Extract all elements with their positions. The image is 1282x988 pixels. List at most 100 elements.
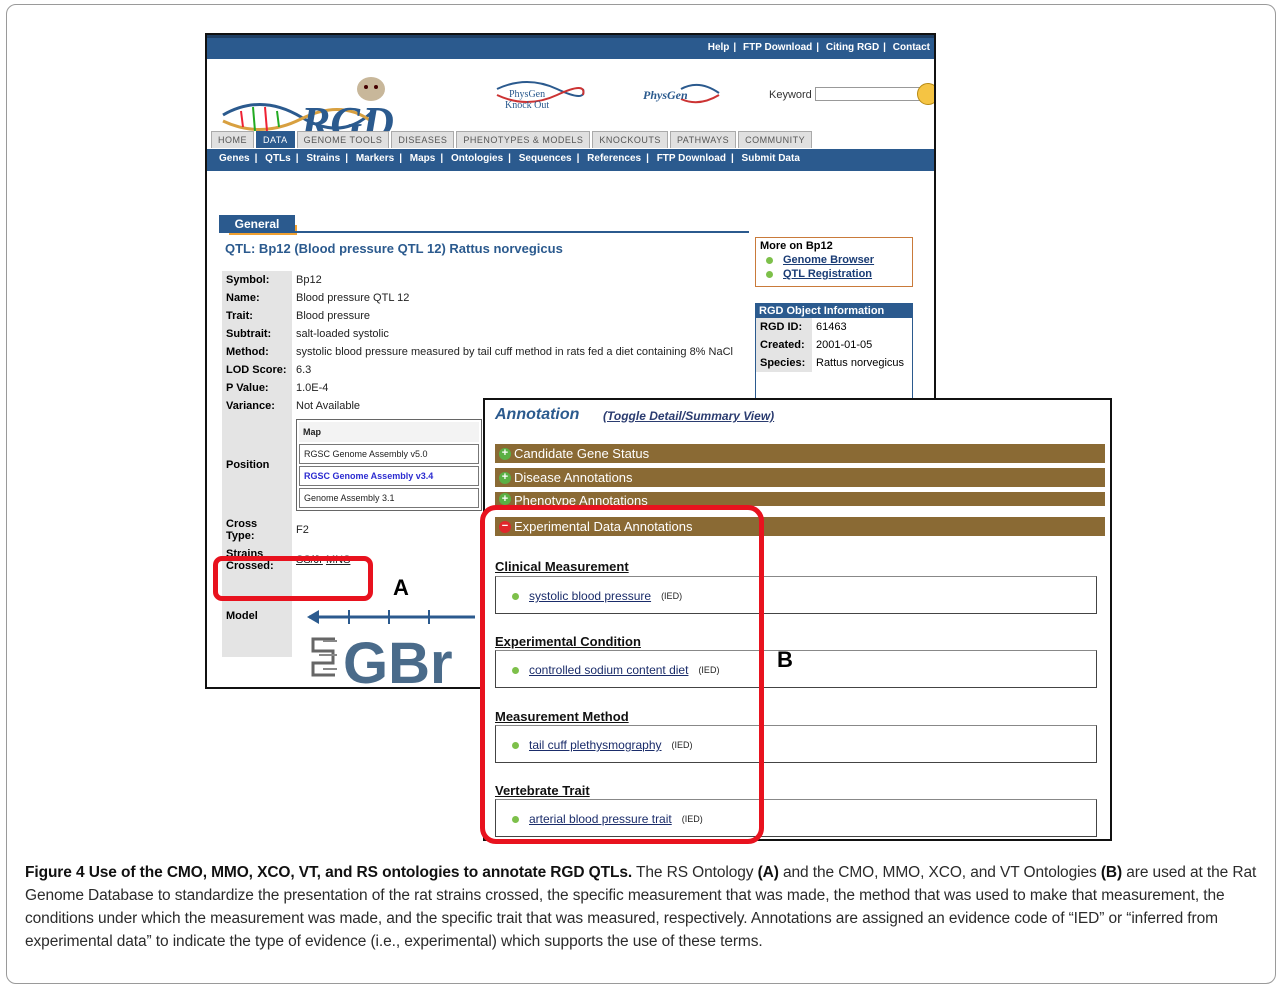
lod-score-value: 6.3 bbox=[296, 364, 312, 376]
physgen-logo[interactable]: PhysGen bbox=[641, 79, 721, 109]
ftp-download-link[interactable]: FTP Download bbox=[743, 42, 812, 53]
subnav-markers[interactable]: Markers bbox=[356, 153, 394, 164]
qtl-registration-link[interactable]: QTL Registration bbox=[766, 268, 908, 280]
species-value: Rattus norvegicus bbox=[816, 357, 905, 369]
keyword-label: Keyword bbox=[769, 89, 812, 101]
subtrait-label: Subtrait: bbox=[222, 325, 292, 343]
lod-score-label: LOD Score: bbox=[222, 361, 292, 379]
rgd-id-label: RGD ID: bbox=[756, 318, 812, 336]
symbol-label: Symbol: bbox=[222, 271, 292, 289]
data-subnav: Genes | QTLs | Strains | Markers | Maps | Ont… bbox=[207, 149, 934, 171]
qtl-title: QTL: Bp12 (Blood pressure QTL 12) Rattus… bbox=[225, 241, 563, 256]
map-assembly-31[interactable]: Genome Assembly 3.1 bbox=[299, 488, 479, 508]
caption-ref-b: (B) bbox=[1100, 864, 1123, 881]
help-link[interactable]: Help bbox=[708, 42, 730, 53]
general-divider bbox=[219, 231, 749, 233]
subnav-ftp-download[interactable]: FTP Download bbox=[657, 153, 726, 164]
candidate-gene-status-bar[interactable]: + Candidate Gene Status bbox=[495, 444, 1105, 463]
name-label: Name: bbox=[222, 289, 292, 307]
table-row: Name: Blood pressure QTL 12 bbox=[222, 289, 752, 307]
physgen-ko-line1: PhysGen bbox=[509, 89, 545, 100]
symbol-value: Bp12 bbox=[296, 274, 322, 286]
subnav-submit-data[interactable]: Submit Data bbox=[742, 153, 800, 164]
subnav-sequences[interactable]: Sequences bbox=[519, 153, 572, 164]
variance-label: Variance: bbox=[222, 397, 292, 415]
physgen-ko-line2: Knock Out bbox=[505, 100, 549, 111]
table-row: Created: 2001-01-05 bbox=[756, 336, 912, 354]
map-header: Map bbox=[299, 422, 479, 442]
p-value-label: P Value: bbox=[222, 379, 292, 397]
bullet-icon bbox=[766, 270, 773, 278]
physgen-knockout-logo[interactable]: PhysGen Knock Out bbox=[487, 75, 587, 125]
map-table: Map RGSC Genome Assembly v5.0 RGSC Genom… bbox=[296, 419, 482, 511]
bullet-icon bbox=[766, 256, 773, 264]
keyword-search-input[interactable] bbox=[815, 87, 925, 101]
genome-browser-link[interactable]: Genome Browser bbox=[766, 254, 908, 266]
gbrowse-text: GBr bbox=[343, 631, 453, 689]
table-row: Trait: Blood pressure bbox=[222, 307, 752, 325]
subnav-ontologies[interactable]: Ontologies bbox=[451, 153, 503, 164]
trait-label: Trait: bbox=[222, 307, 292, 325]
caption-ref-a: (A) bbox=[757, 864, 779, 881]
method-label: Method: bbox=[222, 343, 292, 361]
figure-frame: Help | FTP Download | Citing RGD | Contact … bbox=[6, 4, 1276, 984]
search-button[interactable] bbox=[917, 83, 934, 105]
table-row: Symbol: Bp12 bbox=[222, 271, 752, 289]
rgd-id-value: 61463 bbox=[816, 321, 847, 333]
disease-annotations-bar[interactable]: + Disease Annotations bbox=[495, 468, 1105, 487]
p-value-value: 1.0E-4 bbox=[296, 382, 329, 394]
table-row: Subtrait: salt-loaded systolic bbox=[222, 325, 752, 343]
highlight-b bbox=[480, 505, 764, 844]
gbrowse-thumbnail[interactable]: GBr bbox=[307, 605, 477, 689]
table-row: LOD Score: 6.3 bbox=[222, 361, 752, 379]
citing-rgd-link[interactable]: Citing RGD bbox=[826, 42, 879, 53]
subnav-genes[interactable]: Genes bbox=[219, 153, 250, 164]
phenotype-annotations-bar[interactable]: + Phenotype Annotations bbox=[495, 492, 1105, 506]
position-label: Position bbox=[222, 415, 292, 515]
name-value: Blood pressure QTL 12 bbox=[296, 292, 410, 304]
table-row: Species: Rattus norvegicus bbox=[756, 354, 912, 372]
trait-value: Blood pressure bbox=[296, 310, 370, 322]
tab-diseases[interactable]: DISEASES bbox=[391, 131, 455, 148]
expand-icon: + bbox=[499, 471, 511, 484]
main-tabs: HOME DATA GENOME TOOLS DISEASES PHENOTYP… bbox=[211, 131, 813, 148]
contact-link[interactable]: Contact bbox=[893, 42, 930, 53]
expand-icon: + bbox=[499, 447, 511, 460]
table-row: Method: systolic blood pressure measured … bbox=[222, 343, 752, 361]
tab-community[interactable]: COMMUNITY bbox=[738, 131, 813, 148]
annotation-title: Annotation bbox=[495, 406, 580, 423]
method-value: systolic blood pressure measured by tail… bbox=[296, 345, 733, 358]
tab-data[interactable]: DATA bbox=[256, 131, 295, 148]
physgen-label: PhysGen bbox=[643, 88, 688, 102]
toggle-detail-summary-link[interactable]: (Toggle Detail/Summary View) bbox=[603, 409, 774, 423]
tab-phenotypes-models[interactable]: PHENOTYPES & MODELS bbox=[456, 131, 591, 148]
figure-caption: Figure 4 Use of the CMO, MMO, XCO, VT, a… bbox=[25, 861, 1275, 953]
subnav-qtls[interactable]: QTLs bbox=[265, 153, 291, 164]
tab-home[interactable]: HOME bbox=[211, 131, 254, 148]
top-bar: Help | FTP Download | Citing RGD | Contact bbox=[207, 35, 934, 59]
table-row: P Value: 1.0E-4 bbox=[222, 379, 752, 397]
map-assembly-v5[interactable]: RGSC Genome Assembly v5.0 bbox=[299, 444, 479, 464]
expand-icon: + bbox=[499, 493, 511, 505]
subnav-strains[interactable]: Strains bbox=[306, 153, 340, 164]
table-row: RGD ID: 61463 bbox=[756, 318, 912, 336]
tab-pathways[interactable]: PATHWAYS bbox=[669, 131, 737, 148]
more-on-title: More on Bp12 bbox=[760, 240, 833, 252]
subnav-references[interactable]: References bbox=[587, 153, 641, 164]
subtrait-value: salt-loaded systolic bbox=[296, 328, 389, 340]
species-label: Species: bbox=[756, 354, 812, 372]
tab-genome-tools[interactable]: GENOME TOOLS bbox=[296, 131, 390, 148]
caption-text-2: and the CMO, MMO, XCO, and VT Ontologies bbox=[778, 864, 1101, 881]
top-links: Help | FTP Download | Citing RGD | Contact bbox=[707, 42, 930, 53]
map-assembly-v34[interactable]: RGSC Genome Assembly v3.4 bbox=[299, 466, 479, 486]
more-on-box: More on Bp12 Genome Browser QTL Registra… bbox=[755, 237, 913, 287]
object-info-title: RGD Object Information bbox=[756, 304, 912, 318]
subnav-maps[interactable]: Maps bbox=[410, 153, 436, 164]
created-label: Created: bbox=[756, 336, 812, 354]
label-a: A bbox=[393, 575, 409, 600]
cross-type-label: Cross Type: bbox=[222, 515, 292, 545]
tab-knockouts[interactable]: KNOCKOUTS bbox=[592, 131, 668, 148]
caption-text-1: The RS Ontology bbox=[632, 864, 758, 881]
caption-title: Figure 4 Use of the CMO, MMO, XCO, VT, a… bbox=[25, 864, 633, 881]
label-b: B bbox=[777, 647, 793, 672]
